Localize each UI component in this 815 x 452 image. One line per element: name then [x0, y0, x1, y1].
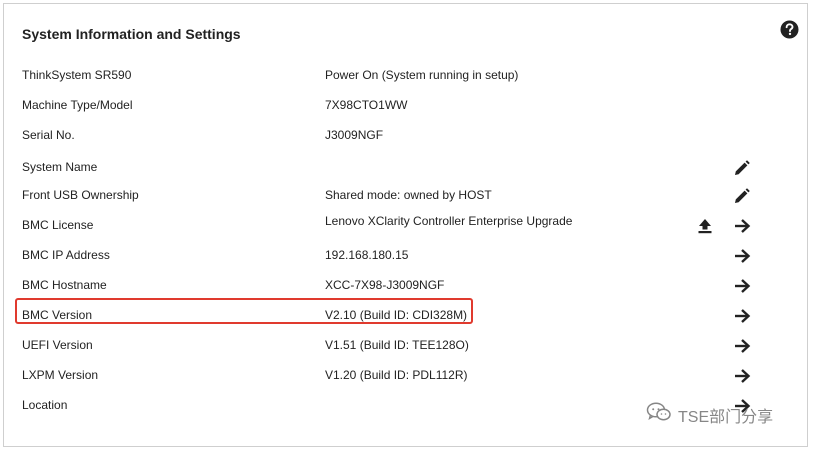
row-label: LXPM Version: [22, 368, 99, 382]
row-system-name: System Name: [4, 156, 809, 182]
arrow-right-icon[interactable]: [731, 305, 753, 327]
panel-title: System Information and Settings: [22, 26, 241, 42]
row-bmc-license: BMC License Lenovo XClarity Controller E…: [4, 214, 809, 240]
watermark: TSE部门分享: [646, 402, 773, 427]
row-value: J3009NGF: [325, 128, 384, 142]
row-value: XCC-7X98-J3009NGF: [325, 278, 445, 292]
arrow-right-icon[interactable]: [731, 365, 753, 387]
watermark-text: TSE部门分享: [678, 408, 774, 426]
arrow-right-icon[interactable]: [731, 275, 753, 297]
row-label: BMC IP Address: [22, 248, 110, 262]
row-value: Lenovo XClarity Controller Enterprise Up…: [325, 214, 573, 228]
row-value: 192.168.180.15: [325, 248, 409, 262]
pencil-icon[interactable]: [731, 157, 753, 179]
arrow-right-icon[interactable]: [731, 335, 753, 357]
row-product: ThinkSystem SR590 Power On (System runni…: [4, 64, 809, 90]
row-value: Shared mode: owned by HOST: [325, 188, 492, 202]
row-machine-type: Machine Type/Model 7X98CTO1WW: [4, 94, 809, 120]
row-label: Machine Type/Model: [22, 98, 133, 112]
row-lxpm-version: LXPM Version V1.20 (Build ID: PDL112R): [4, 364, 809, 390]
row-label: BMC Hostname: [22, 278, 107, 292]
row-label: BMC License: [22, 218, 94, 232]
pencil-icon[interactable]: [731, 185, 753, 207]
row-uefi-version: UEFI Version V1.51 (Build ID: TEE128O): [4, 334, 809, 360]
row-label: BMC Version: [22, 308, 93, 322]
row-value: V2.10 (Build ID: CDI328M): [325, 308, 468, 322]
row-label: System Name: [22, 160, 98, 174]
upload-icon[interactable]: [694, 215, 716, 237]
wechat-icon: [646, 402, 672, 427]
system-info-panel: System Information and Settings ThinkSys…: [3, 3, 808, 447]
row-label: Location: [22, 398, 68, 412]
row-value: Power On (System running in setup): [325, 68, 519, 82]
arrow-right-icon[interactable]: [731, 215, 753, 237]
row-bmc-hostname: BMC Hostname XCC-7X98-J3009NGF: [4, 274, 809, 300]
row-value: 7X98CTO1WW: [325, 98, 408, 112]
row-label: ThinkSystem SR590: [22, 68, 132, 82]
row-label: Front USB Ownership: [22, 188, 139, 202]
row-value: V1.51 (Build ID: TEE128O): [325, 338, 469, 352]
row-serial-no: Serial No. J3009NGF: [4, 124, 809, 150]
row-bmc-ip: BMC IP Address 192.168.180.15: [4, 244, 809, 270]
row-label: UEFI Version: [22, 338, 93, 352]
row-label: Serial No.: [22, 128, 75, 142]
row-front-usb: Front USB Ownership Shared mode: owned b…: [4, 184, 809, 210]
row-bmc-version: BMC Version V2.10 (Build ID: CDI328M): [4, 304, 809, 330]
help-circle-icon[interactable]: [780, 20, 799, 39]
row-value: V1.20 (Build ID: PDL112R): [325, 368, 468, 382]
arrow-right-icon[interactable]: [731, 245, 753, 267]
